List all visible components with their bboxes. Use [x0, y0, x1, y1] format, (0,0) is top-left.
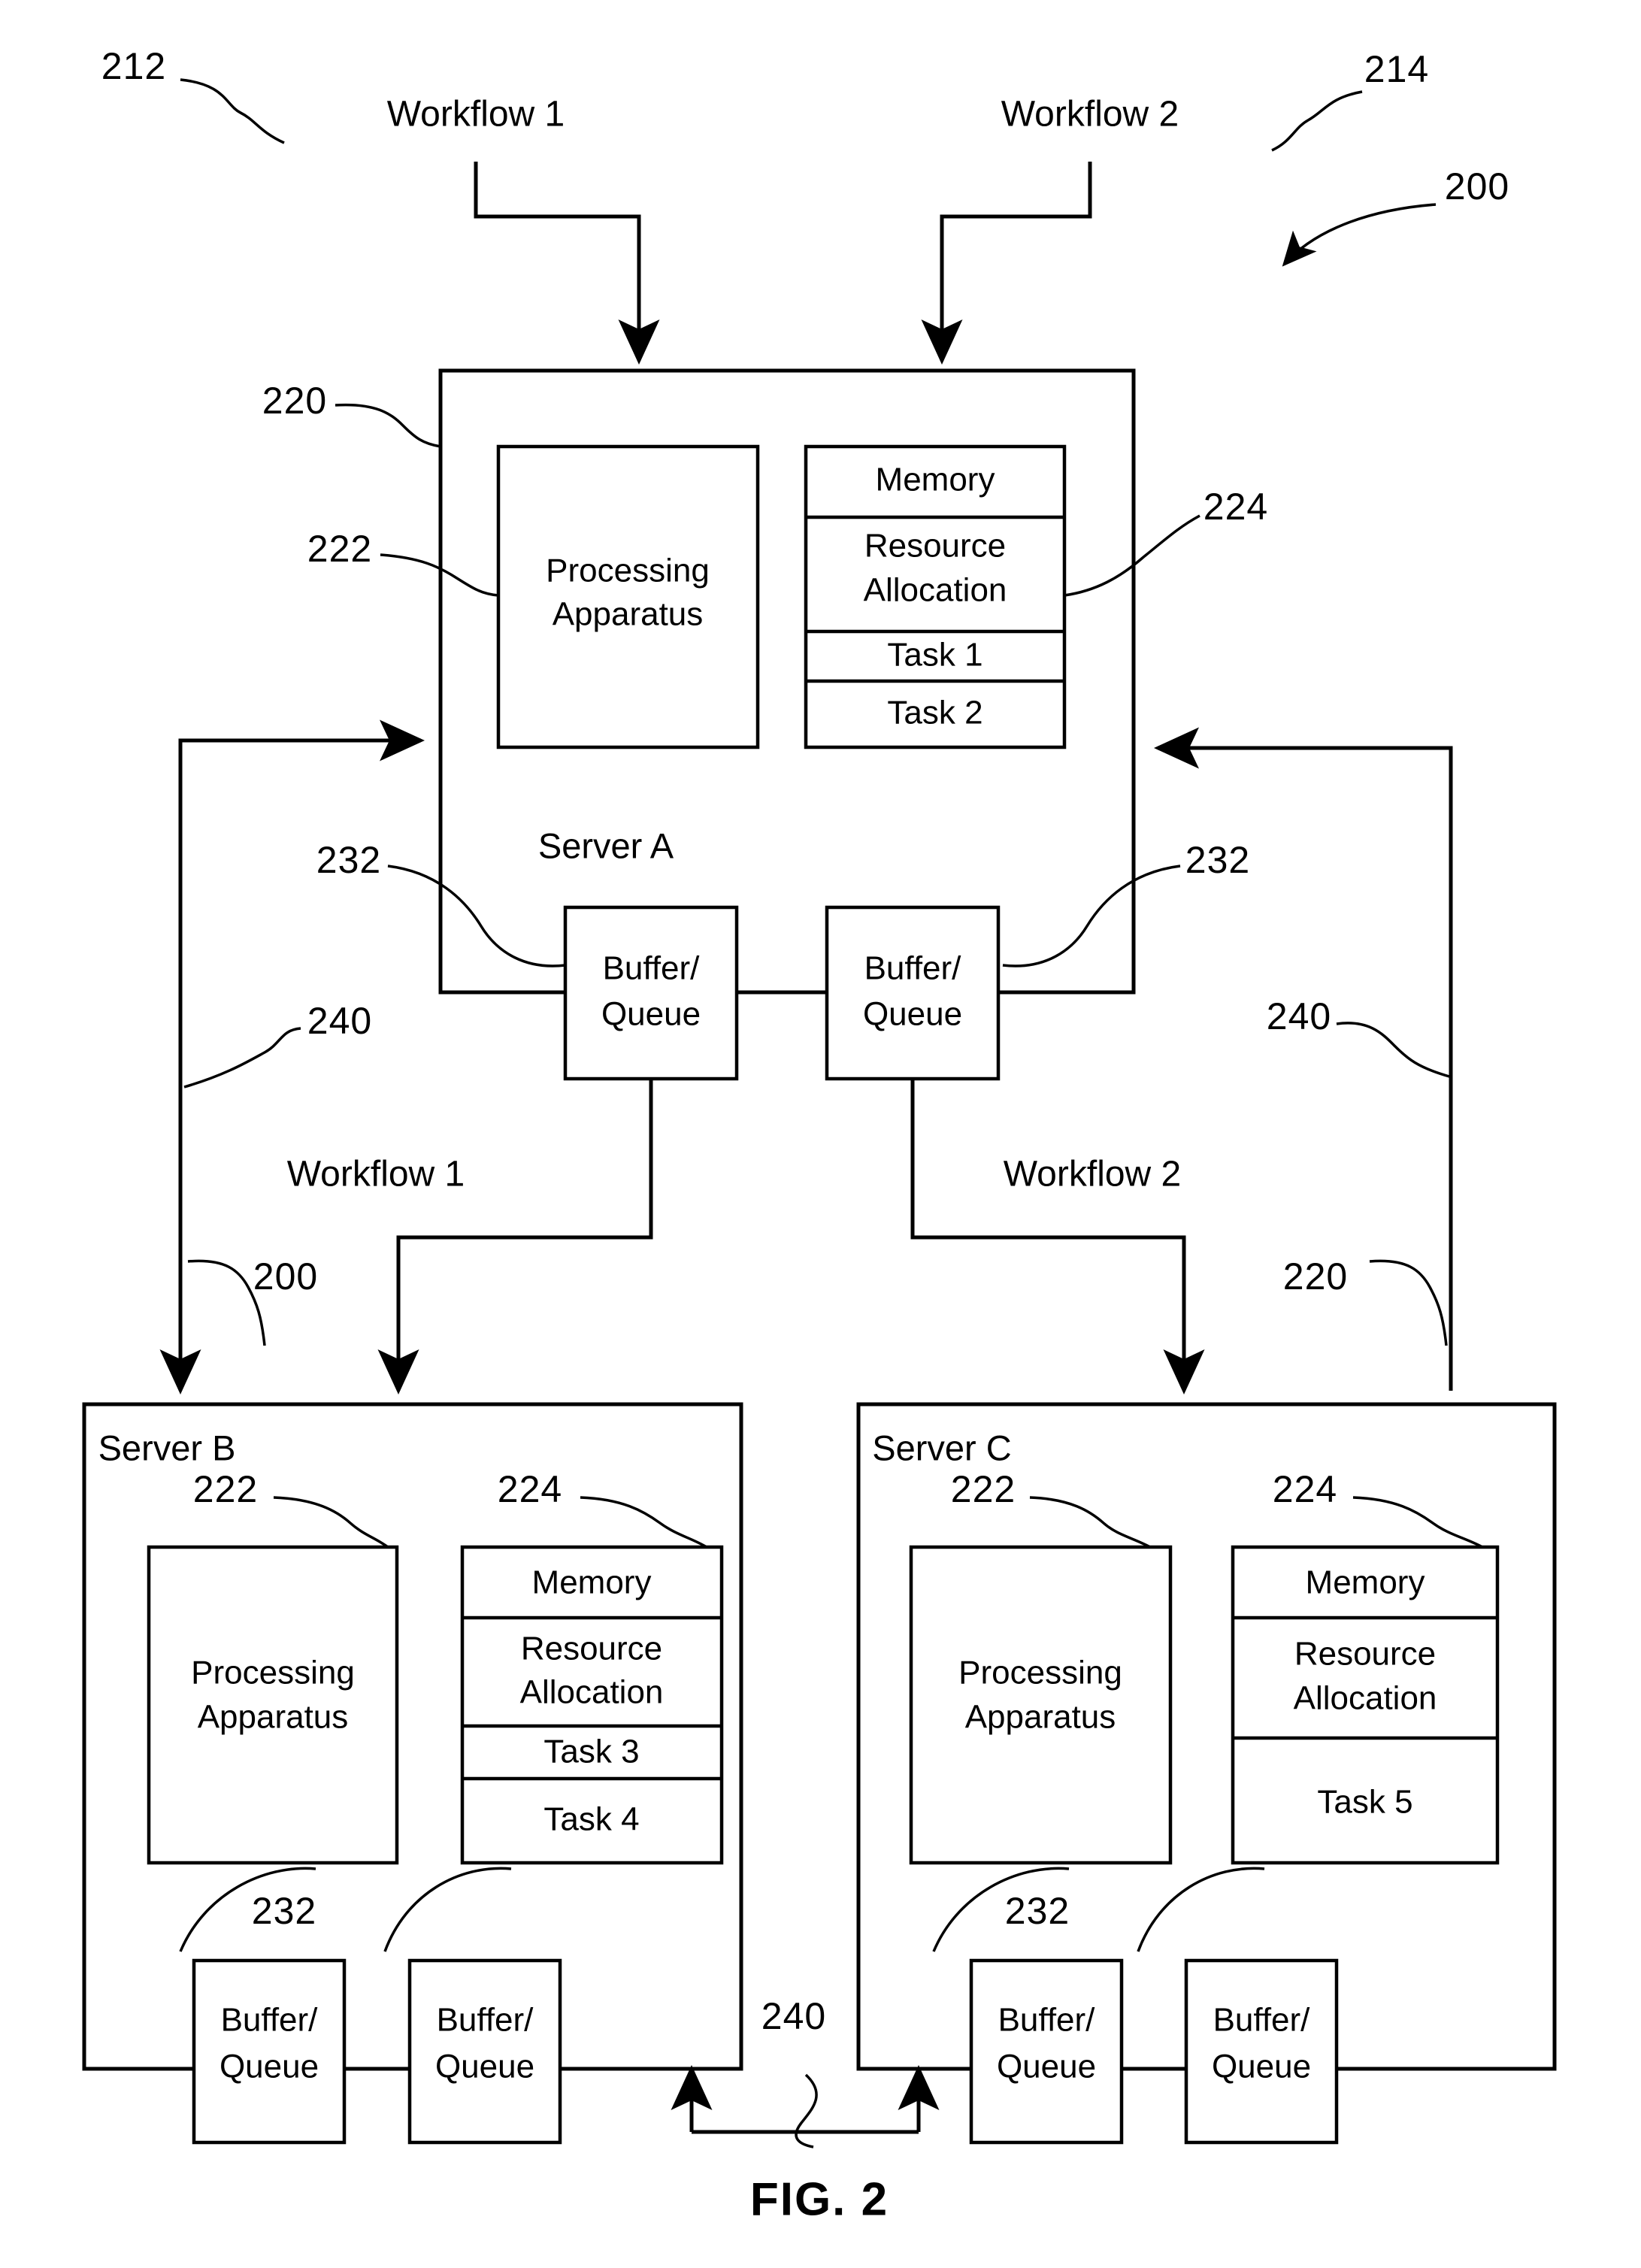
ref-232-server-a-right: 232 — [1185, 839, 1250, 881]
server-c-memory-title: Memory — [1306, 1564, 1425, 1601]
server-a-task-2: Task 2 — [887, 695, 982, 731]
leader-212 — [180, 78, 285, 144]
ref-214: 214 — [1364, 48, 1429, 90]
server-b-name: Server B — [98, 1428, 236, 1467]
server-c-task-5: Task 5 — [1317, 1784, 1412, 1821]
workflow-2-input-arrow — [921, 162, 1092, 365]
workflow-2-label: Workflow 2 — [1001, 95, 1179, 135]
server-b-resource-line1: Resource — [521, 1631, 662, 1667]
leader-200-system — [1282, 203, 1437, 267]
ref-222-server-b: 222 — [193, 1468, 258, 1510]
leader-220-server-c — [1369, 1259, 1448, 1346]
server-b-buffer-1-line1: Buffer/ — [221, 2002, 319, 2039]
workflow-1-label: Workflow 1 — [387, 95, 565, 135]
ref-224-server-a: 224 — [1204, 486, 1268, 528]
leader-240-bottom — [795, 2073, 818, 2148]
server-c-processing-line2: Apparatus — [965, 1699, 1116, 1736]
ref-240-right: 240 — [1267, 995, 1331, 1037]
server-c-buffer-2-line2: Queue — [1212, 2048, 1311, 2085]
ref-200-system: 200 — [1445, 165, 1509, 207]
server-b-memory-title: Memory — [532, 1564, 652, 1601]
server-c-buffer-1-line1: Buffer/ — [998, 2002, 1096, 2039]
leader-240-right — [1336, 1022, 1450, 1078]
figure-caption: FIG. 2 — [750, 2173, 889, 2225]
server-a-buffer-queue-2-box — [825, 905, 1001, 1081]
leader-214 — [1271, 90, 1363, 152]
server-c-resource-line2: Allocation — [1294, 1680, 1437, 1717]
ref-200-server-b: 200 — [253, 1255, 318, 1298]
server-b-task-4: Task 4 — [543, 1801, 639, 1838]
server-b-buffer-2-line2: Queue — [435, 2048, 534, 2085]
ref-224-server-c: 224 — [1273, 1468, 1337, 1510]
server-a-buffer-2-line2: Queue — [863, 996, 962, 1033]
server-a-name: Server A — [538, 825, 674, 865]
server-c-processing-line1: Processing — [958, 1655, 1122, 1691]
ref-224-server-b: 224 — [498, 1468, 562, 1510]
workflow-2-route-to-server-c — [910, 1079, 1205, 1394]
ref-222-server-a: 222 — [307, 528, 372, 570]
server-a-buffer-1-line1: Buffer/ — [603, 950, 701, 987]
ref-220-server-c: 220 — [1283, 1255, 1348, 1298]
server-b-processing-line1: Processing — [191, 1655, 355, 1691]
server-a-resource-line1: Resource — [864, 528, 1006, 565]
server-b-resource-line2: Allocation — [520, 1674, 664, 1711]
server-a-memory-title: Memory — [876, 462, 995, 498]
server-c-buffer-2-line1: Buffer/ — [1213, 2002, 1311, 2039]
ref-232-server-c: 232 — [1005, 1890, 1070, 1932]
server-c-resource-line1: Resource — [1294, 1636, 1436, 1673]
server-b-buffer-2-line1: Buffer/ — [437, 2002, 534, 2039]
server-c-buffer-1-line2: Queue — [997, 2048, 1096, 2085]
ref-232-server-a-left: 232 — [316, 839, 381, 881]
ref-240-left: 240 — [307, 1000, 372, 1042]
ref-220-server-a: 220 — [262, 380, 327, 422]
ref-222-server-c: 222 — [951, 1468, 1016, 1510]
server-c-name: Server C — [872, 1428, 1011, 1467]
server-a-task-1: Task 1 — [887, 637, 982, 674]
server-b-buffer-1-line2: Queue — [220, 2048, 319, 2085]
ref-240-bottom: 240 — [761, 1995, 826, 2037]
server-a-buffer-queue-1-box — [563, 905, 739, 1081]
workflow-1-route-to-server-b — [377, 1079, 653, 1394]
server-a-buffer-1-line2: Queue — [601, 996, 701, 1033]
server-a-buffer-2-line1: Buffer/ — [864, 950, 962, 987]
server-b-processing-line2: Apparatus — [198, 1699, 349, 1736]
workflow-2-middle-label: Workflow 2 — [1004, 1155, 1182, 1195]
server-a-processing-line2: Apparatus — [553, 596, 704, 633]
ref-232-server-b: 232 — [252, 1890, 316, 1932]
diagram-canvas: 212 214 200 Workflow 1 Workflow 2 220 22… — [82, 45, 1557, 2225]
server-b-task-3: Task 3 — [543, 1734, 639, 1770]
workflow-1-middle-label: Workflow 1 — [287, 1155, 465, 1195]
server-a-processing-line1: Processing — [546, 553, 710, 589]
workflow-1-input-arrow — [474, 162, 660, 365]
server-a-resource-line2: Allocation — [864, 572, 1007, 609]
ref-212: 212 — [101, 45, 166, 87]
patent-figure: 212 214 200 Workflow 1 Workflow 2 220 22… — [0, 0, 1641, 2268]
leader-220-server-a — [335, 403, 441, 448]
leader-240-left — [183, 1027, 301, 1089]
